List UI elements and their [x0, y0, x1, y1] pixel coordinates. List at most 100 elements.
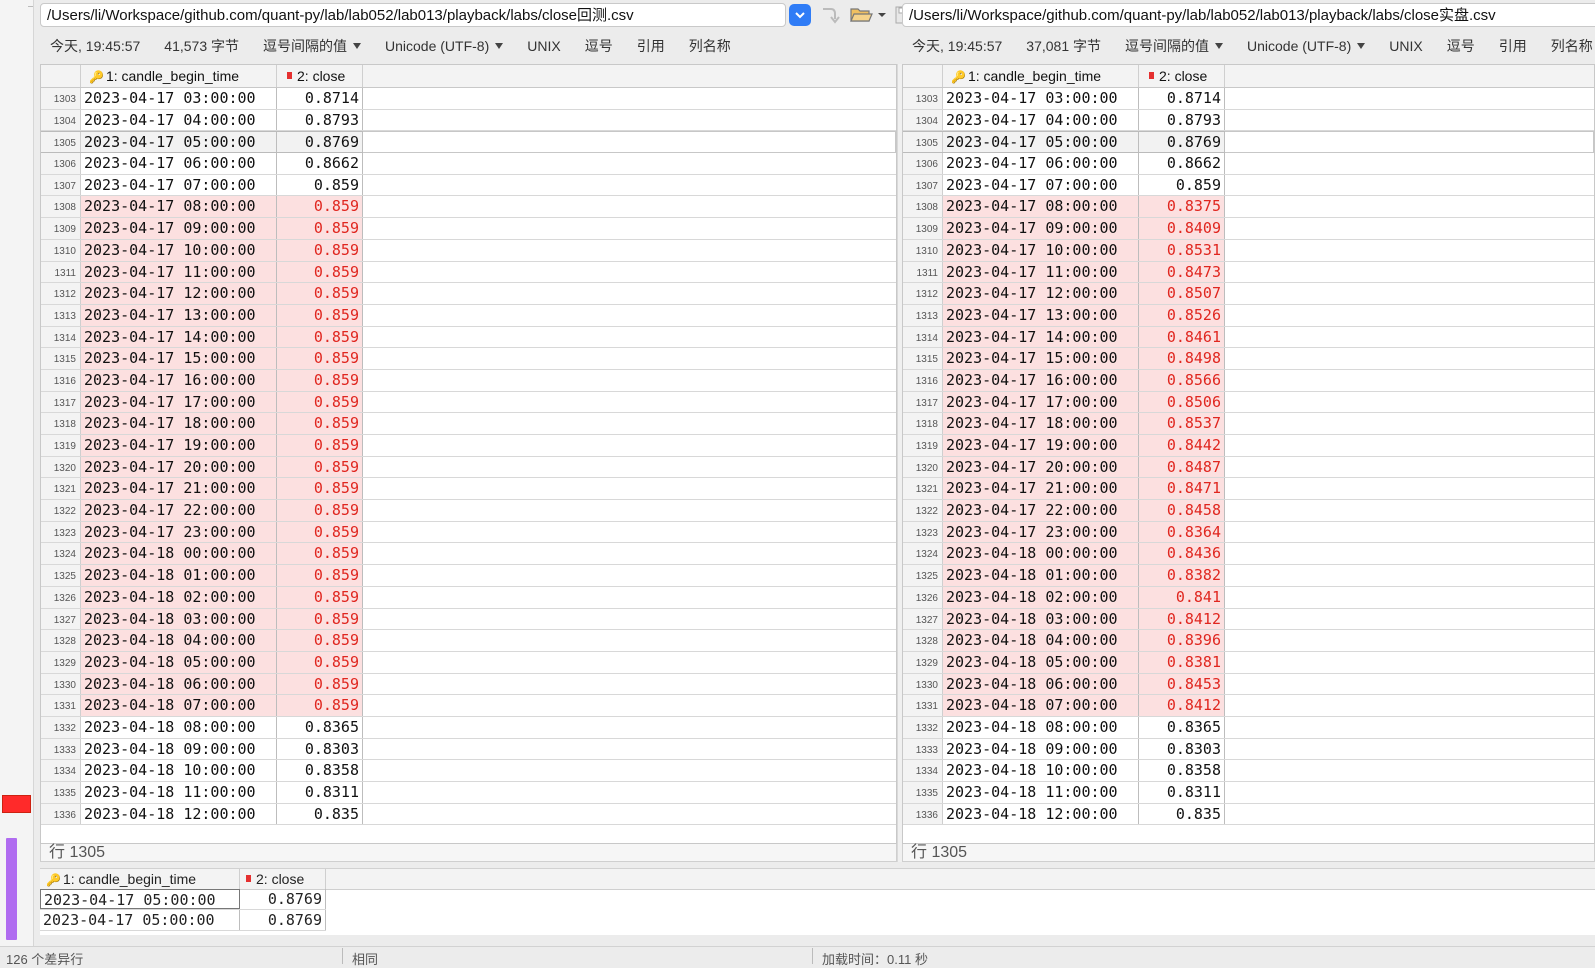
- cell-time[interactable]: 2023-04-17 03:00:00: [81, 88, 277, 109]
- cell-time[interactable]: 2023-04-18 05:00:00: [943, 651, 1139, 673]
- cell-close[interactable]: 0.859: [277, 348, 363, 369]
- table-row[interactable]: 1316 2023-04-17 16:00:00 0.8566: [903, 369, 1594, 392]
- cell-close[interactable]: 0.859: [277, 456, 363, 478]
- compare-cell-close[interactable]: 0.8769: [240, 910, 326, 930]
- cell-time[interactable]: 2023-04-17 23:00:00: [943, 521, 1139, 543]
- cell-close[interactable]: 0.8364: [1139, 521, 1225, 543]
- table-row[interactable]: 1315 2023-04-17 15:00:00 0.859: [41, 348, 896, 370]
- cell-time[interactable]: 2023-04-17 19:00:00: [943, 435, 1139, 456]
- table-row[interactable]: 1320 2023-04-17 20:00:00 0.8487: [903, 456, 1594, 479]
- cell-close[interactable]: 0.859: [277, 413, 363, 434]
- cell-close[interactable]: 0.859: [277, 651, 363, 673]
- table-row[interactable]: 1325 2023-04-18 01:00:00 0.859: [41, 565, 896, 587]
- cell-time[interactable]: 2023-04-17 14:00:00: [943, 326, 1139, 348]
- cell-close[interactable]: 0.859: [277, 239, 363, 261]
- cell-time[interactable]: 2023-04-18 08:00:00: [943, 716, 1139, 738]
- cell-time[interactable]: 2023-04-18 09:00:00: [81, 738, 277, 760]
- cell-close[interactable]: 0.8714: [1139, 88, 1225, 109]
- cell-close[interactable]: 0.859: [277, 326, 363, 348]
- cell-close[interactable]: 0.8461: [1139, 326, 1225, 348]
- difference-marker[interactable]: [2, 795, 31, 813]
- table-row[interactable]: 1330 2023-04-18 06:00:00 0.8453: [903, 673, 1594, 696]
- cell-time[interactable]: 2023-04-18 10:00:00: [81, 760, 277, 781]
- cell-close[interactable]: 0.859: [277, 435, 363, 456]
- cell-close[interactable]: 0.8303: [1139, 738, 1225, 760]
- separator-option[interactable]: 逗号: [1447, 36, 1475, 56]
- table-row[interactable]: 1306 2023-04-17 06:00:00 0.8662: [41, 153, 896, 175]
- compare-row[interactable]: 2023-04-17 05:00:00 0.8769: [40, 889, 326, 910]
- cell-time[interactable]: 2023-04-18 10:00:00: [943, 760, 1139, 781]
- cell-close[interactable]: 0.8793: [277, 109, 363, 131]
- cell-close[interactable]: 0.8526: [1139, 304, 1225, 326]
- cell-close[interactable]: 0.859: [277, 565, 363, 586]
- cell-close[interactable]: 0.859: [277, 478, 363, 500]
- cell-close[interactable]: 0.8358: [277, 760, 363, 781]
- left-path-field[interactable]: /Users/li/Workspace/github.com/quant-py/…: [40, 3, 786, 27]
- table-row[interactable]: 1304 2023-04-17 04:00:00 0.8793: [903, 109, 1594, 132]
- encoding-select[interactable]: Unicode (UTF-8): [385, 38, 503, 54]
- compare-row[interactable]: 2023-04-17 05:00:00 0.8769: [40, 910, 326, 931]
- table-row[interactable]: 1324 2023-04-18 00:00:00 0.859: [41, 543, 896, 566]
- table-row[interactable]: 1318 2023-04-17 18:00:00 0.8537: [903, 413, 1594, 435]
- cell-time[interactable]: 2023-04-18 07:00:00: [943, 695, 1139, 716]
- cell-close[interactable]: 0.8365: [277, 716, 363, 738]
- table-row[interactable]: 1334 2023-04-18 10:00:00 0.8358: [903, 760, 1594, 782]
- cell-time[interactable]: 2023-04-17 05:00:00: [943, 132, 1139, 153]
- cell-time[interactable]: 2023-04-18 12:00:00: [943, 803, 1139, 825]
- cell-time[interactable]: 2023-04-17 03:00:00: [943, 88, 1139, 109]
- table-row[interactable]: 1321 2023-04-17 21:00:00 0.8471: [903, 478, 1594, 501]
- table-row[interactable]: 1308 2023-04-17 08:00:00 0.8375: [903, 196, 1594, 219]
- cell-time[interactable]: 2023-04-18 06:00:00: [943, 673, 1139, 695]
- table-row[interactable]: 1306 2023-04-17 06:00:00 0.8662: [903, 153, 1594, 175]
- table-row[interactable]: 1312 2023-04-17 12:00:00 0.859: [41, 283, 896, 305]
- cell-close[interactable]: 0.8498: [1139, 348, 1225, 369]
- table-row[interactable]: 1323 2023-04-17 23:00:00 0.8364: [903, 521, 1594, 544]
- cell-time[interactable]: 2023-04-17 04:00:00: [81, 109, 277, 131]
- cell-close[interactable]: 0.859: [277, 608, 363, 630]
- cell-close[interactable]: 0.8412: [1139, 608, 1225, 630]
- cell-time[interactable]: 2023-04-17 14:00:00: [81, 326, 277, 348]
- table-row[interactable]: 1310 2023-04-17 10:00:00 0.859: [41, 239, 896, 262]
- cell-close[interactable]: 0.859: [277, 174, 363, 196]
- cell-time[interactable]: 2023-04-17 12:00:00: [943, 283, 1139, 304]
- cell-time[interactable]: 2023-04-17 21:00:00: [81, 478, 277, 500]
- cell-time[interactable]: 2023-04-17 13:00:00: [943, 304, 1139, 326]
- table-row[interactable]: 1307 2023-04-17 07:00:00 0.859: [41, 174, 896, 197]
- cell-time[interactable]: 2023-04-18 09:00:00: [943, 738, 1139, 760]
- table-row[interactable]: 1310 2023-04-17 10:00:00 0.8531: [903, 239, 1594, 262]
- table-row[interactable]: 1319 2023-04-17 19:00:00 0.8442: [903, 435, 1594, 457]
- cell-close[interactable]: 0.8311: [1139, 782, 1225, 803]
- table-row[interactable]: 1327 2023-04-18 03:00:00 0.8412: [903, 608, 1594, 631]
- cell-close[interactable]: 0.859: [1139, 174, 1225, 196]
- column-header-time[interactable]: 🔑 1: candle_begin_time: [81, 65, 277, 87]
- cell-time[interactable]: 2023-04-17 08:00:00: [943, 196, 1139, 218]
- cell-time[interactable]: 2023-04-17 15:00:00: [943, 348, 1139, 369]
- column-names-option[interactable]: 列名称: [1551, 36, 1593, 56]
- cell-close[interactable]: 0.8442: [1139, 435, 1225, 456]
- separator-option[interactable]: 逗号: [585, 36, 613, 56]
- cell-close[interactable]: 0.859: [277, 500, 363, 521]
- cell-close[interactable]: 0.8662: [277, 153, 363, 174]
- cell-time[interactable]: 2023-04-18 03:00:00: [81, 608, 277, 630]
- table-row[interactable]: 1308 2023-04-17 08:00:00 0.859: [41, 196, 896, 219]
- table-row[interactable]: 1335 2023-04-18 11:00:00 0.8311: [41, 782, 896, 804]
- cell-time[interactable]: 2023-04-17 05:00:00: [81, 132, 277, 153]
- cell-close[interactable]: 0.8436: [1139, 543, 1225, 565]
- cell-time[interactable]: 2023-04-17 09:00:00: [943, 218, 1139, 239]
- table-row[interactable]: 1331 2023-04-18 07:00:00 0.8412: [903, 695, 1594, 717]
- cell-close[interactable]: 0.859: [277, 369, 363, 391]
- compare-column-close[interactable]: 2: close: [240, 869, 326, 889]
- cell-time[interactable]: 2023-04-18 11:00:00: [81, 782, 277, 803]
- table-row[interactable]: 1305 2023-04-17 05:00:00 0.8769: [903, 131, 1594, 154]
- column-header-time[interactable]: 🔑 1: candle_begin_time: [943, 65, 1139, 87]
- cell-close[interactable]: 0.8471: [1139, 478, 1225, 500]
- table-row[interactable]: 1312 2023-04-17 12:00:00 0.8507: [903, 283, 1594, 305]
- table-row[interactable]: 1318 2023-04-17 18:00:00 0.859: [41, 413, 896, 435]
- cell-time[interactable]: 2023-04-17 23:00:00: [81, 521, 277, 543]
- table-row[interactable]: 1327 2023-04-18 03:00:00 0.859: [41, 608, 896, 631]
- table-row[interactable]: 1328 2023-04-18 04:00:00 0.8396: [903, 630, 1594, 652]
- cell-close[interactable]: 0.8358: [1139, 760, 1225, 781]
- cell-time[interactable]: 2023-04-18 04:00:00: [81, 630, 277, 651]
- cell-time[interactable]: 2023-04-18 06:00:00: [81, 673, 277, 695]
- cell-time[interactable]: 2023-04-17 19:00:00: [81, 435, 277, 456]
